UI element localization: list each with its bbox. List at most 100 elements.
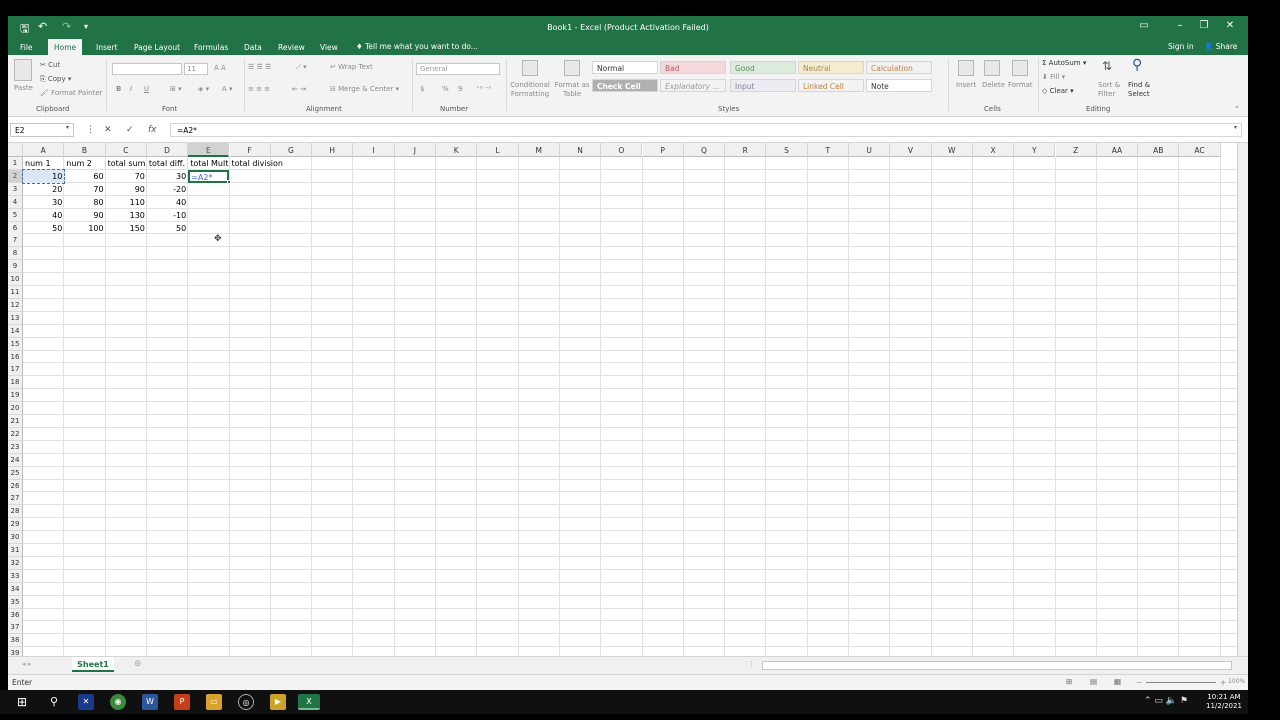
data-cell-b2[interactable]: 60 bbox=[64, 170, 105, 183]
sort-filter-icon[interactable]: ⇅ bbox=[1102, 59, 1112, 73]
tab-page-layout[interactable]: Page Layout bbox=[128, 41, 186, 55]
header-cell-c[interactable]: total sum bbox=[106, 157, 147, 170]
bold-button[interactable]: B bbox=[116, 85, 121, 93]
column-header-d[interactable]: D bbox=[146, 143, 189, 157]
style-calculation[interactable]: Calculation bbox=[866, 61, 932, 74]
data-cell-b6[interactable]: 100 bbox=[64, 222, 105, 235]
wrap-text-button[interactable]: ↵ Wrap Text bbox=[330, 63, 373, 71]
sheet-tab-sheet1[interactable]: Sheet1 bbox=[72, 657, 114, 672]
chrome-icon[interactable]: ◉ bbox=[110, 694, 126, 710]
row-header-27[interactable]: 27 bbox=[8, 492, 23, 506]
row-header-6[interactable]: 6 bbox=[8, 221, 23, 235]
row-header-17[interactable]: 17 bbox=[8, 363, 23, 377]
data-cell-a6[interactable]: 50 bbox=[23, 222, 64, 235]
name-box[interactable]: E2 bbox=[10, 123, 74, 137]
data-cell-b5[interactable]: 90 bbox=[64, 209, 105, 222]
row-header-29[interactable]: 29 bbox=[8, 518, 23, 532]
row-header-13[interactable]: 13 bbox=[8, 311, 23, 325]
row-header-8[interactable]: 8 bbox=[8, 247, 23, 261]
find-select-button[interactable]: Find & Select bbox=[1128, 81, 1158, 99]
minimize-icon[interactable]: – bbox=[1168, 20, 1192, 31]
tab-data[interactable]: Data bbox=[238, 41, 268, 55]
page-break-view-icon[interactable]: ▦ bbox=[1114, 677, 1121, 686]
row-header-4[interactable]: 4 bbox=[8, 195, 23, 209]
left-align-icon[interactable]: ≡ ≡ ≡ bbox=[248, 85, 270, 93]
row-header-19[interactable]: 19 bbox=[8, 389, 23, 403]
column-header-w[interactable]: W bbox=[931, 143, 973, 157]
split-handle[interactable]: ⋮ bbox=[748, 660, 755, 668]
column-header-x[interactable]: X bbox=[972, 143, 1015, 157]
underline-button[interactable]: U bbox=[144, 85, 149, 93]
column-header-ab[interactable]: AB bbox=[1138, 143, 1180, 157]
style-linked-cell[interactable]: Linked Cell bbox=[798, 79, 864, 92]
data-cell-c3[interactable]: 90 bbox=[106, 183, 147, 196]
column-header-z[interactable]: Z bbox=[1055, 143, 1097, 157]
restore-icon[interactable]: ❐ bbox=[1192, 20, 1216, 31]
ribbon-display-icon[interactable]: ▭ bbox=[1132, 20, 1156, 31]
top-align-icon[interactable]: ☰ ☰ ☰ bbox=[248, 63, 271, 71]
collapse-ribbon-icon[interactable]: ⌃ bbox=[1234, 105, 1240, 113]
data-cell-d3[interactable]: -20 bbox=[147, 183, 188, 196]
fill-handle[interactable] bbox=[226, 179, 231, 184]
row-header-32[interactable]: 32 bbox=[8, 556, 23, 570]
media-player-icon[interactable]: ▶ bbox=[270, 694, 286, 710]
system-tray-icons[interactable]: ⌃ ▭ 🔈 ⚑ bbox=[1144, 696, 1188, 706]
magnifier-icon[interactable]: ⚲ bbox=[1132, 57, 1142, 73]
row-header-16[interactable]: 16 bbox=[8, 350, 23, 364]
row-header-26[interactable]: 26 bbox=[8, 479, 23, 493]
row-header-9[interactable]: 9 bbox=[8, 260, 23, 274]
style-neutral[interactable]: Neutral bbox=[798, 61, 864, 74]
zoom-slider[interactable] bbox=[1146, 682, 1216, 683]
column-header-f[interactable]: F bbox=[229, 143, 271, 157]
app-circle-icon[interactable]: ◎ bbox=[238, 694, 254, 710]
row-header-31[interactable]: 31 bbox=[8, 544, 23, 557]
number-format-select[interactable]: General bbox=[416, 63, 500, 75]
column-header-aa[interactable]: AA bbox=[1096, 143, 1139, 157]
column-header-e[interactable]: E bbox=[188, 143, 230, 157]
data-cell-d6[interactable]: 50 bbox=[147, 222, 188, 235]
row-header-1[interactable]: 1 bbox=[8, 157, 23, 170]
orientation-icon[interactable]: ⟋ ▾ bbox=[296, 63, 307, 72]
data-cell-d4[interactable]: 40 bbox=[147, 196, 188, 209]
comma-button[interactable]: 9 bbox=[458, 85, 462, 93]
tab-view[interactable]: View bbox=[314, 41, 344, 55]
horizontal-scrollbar[interactable] bbox=[762, 661, 1232, 670]
percent-button[interactable]: % bbox=[442, 85, 449, 93]
data-cell-d2[interactable]: 30 bbox=[147, 170, 188, 183]
file-explorer-icon[interactable]: ▭ bbox=[206, 694, 222, 710]
column-header-k[interactable]: K bbox=[436, 143, 478, 157]
enter-icon[interactable]: ✓ bbox=[126, 125, 134, 135]
row-header-5[interactable]: 5 bbox=[8, 208, 23, 222]
row-header-20[interactable]: 20 bbox=[8, 402, 23, 416]
active-cell-e2[interactable]: =A2* bbox=[188, 169, 230, 183]
fill-color-icon[interactable]: ◈ ▾ bbox=[198, 85, 209, 93]
column-header-m[interactable]: M bbox=[518, 143, 560, 157]
row-header-37[interactable]: 37 bbox=[8, 621, 23, 635]
style-note[interactable]: Note bbox=[866, 79, 932, 92]
row-header-24[interactable]: 24 bbox=[8, 453, 23, 467]
header-cell-b[interactable]: num 2 bbox=[64, 157, 105, 170]
column-header-b[interactable]: B bbox=[64, 143, 106, 157]
row-header-38[interactable]: 38 bbox=[8, 634, 23, 648]
font-size-input[interactable]: 11 bbox=[184, 63, 208, 75]
data-cell-a3[interactable]: 20 bbox=[23, 183, 64, 196]
column-header-ac[interactable]: AC bbox=[1179, 143, 1221, 157]
insert-cells-button[interactable]: Insert bbox=[956, 81, 976, 89]
indent-icon[interactable]: ⇤ ⇥ bbox=[292, 85, 306, 93]
worksheet-grid[interactable]: A B C D E F G H I J K L M N O P Q R S T U V W X Y Z AA AB AC 1234567… bbox=[8, 143, 1248, 656]
data-cell-c4[interactable]: 110 bbox=[106, 196, 147, 209]
column-header-n[interactable]: N bbox=[559, 143, 602, 157]
column-header-u[interactable]: U bbox=[849, 143, 891, 157]
row-header-39[interactable]: 39 bbox=[8, 647, 23, 656]
header-cell-d[interactable]: total diff. bbox=[147, 157, 188, 170]
row-header-7[interactable]: 7 bbox=[8, 234, 23, 248]
clear-button[interactable]: ◇ Clear ▾ bbox=[1042, 87, 1074, 95]
format-as-table-button[interactable]: Format as Table bbox=[554, 81, 590, 99]
decimal-icon[interactable]: ⁺⁰ ⁻⁰ bbox=[476, 85, 491, 93]
data-cell-c2[interactable]: 70 bbox=[106, 170, 147, 183]
italic-button[interactable]: I bbox=[130, 85, 132, 93]
style-check-cell[interactable]: Check Cell bbox=[592, 79, 658, 92]
data-cell-c5[interactable]: 130 bbox=[106, 209, 147, 222]
row-header-2[interactable]: 2 bbox=[8, 169, 23, 183]
style-input[interactable]: Input bbox=[730, 79, 796, 92]
